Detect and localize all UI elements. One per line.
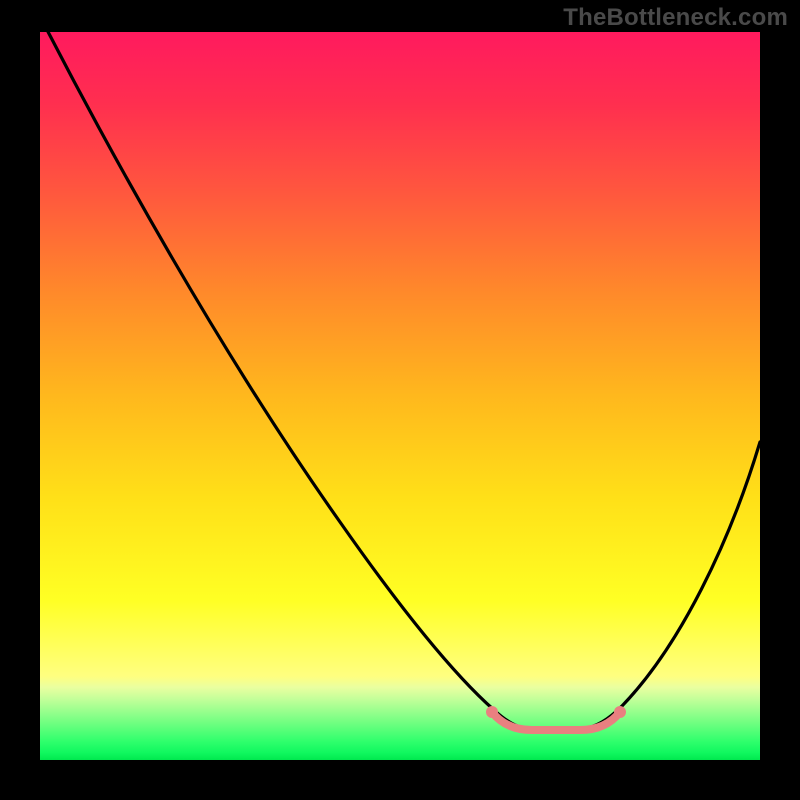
bottleneck-curve [44,32,760,729]
plot-area [40,32,760,760]
chart-frame: TheBottleneck.com [0,0,800,800]
optimal-band-start-dot [486,706,498,718]
curve-layer [40,32,760,760]
optimal-band-end-dot [614,706,626,718]
watermark-text: TheBottleneck.com [563,4,788,32]
